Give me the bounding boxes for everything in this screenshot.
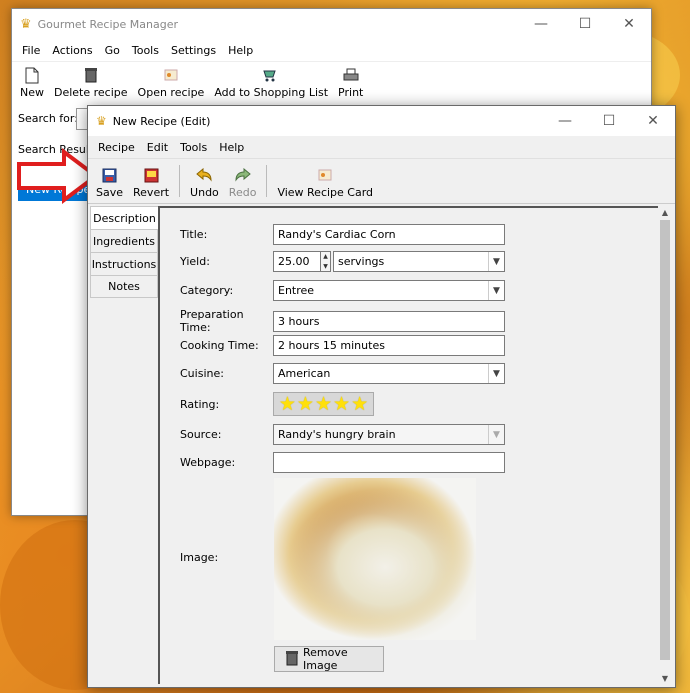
remove-image-button[interactable]: Remove Image — [274, 646, 384, 672]
revert-button[interactable]: Revert — [129, 164, 173, 201]
menu-tools[interactable]: Tools — [174, 141, 213, 154]
chevron-down-icon: ▼ — [488, 252, 504, 271]
tab-notes[interactable]: Notes — [90, 275, 158, 298]
add-to-shopping-list-button[interactable]: Add to Shopping List — [210, 64, 332, 101]
chevron-down-icon: ▼ — [488, 281, 504, 300]
recipe-card-icon — [316, 166, 334, 184]
yield-field[interactable]: 25.00 — [273, 251, 321, 272]
chef-hat-icon: ♛ — [20, 16, 32, 32]
maximize-button[interactable]: ☐ — [587, 106, 631, 136]
main-menubar: File Actions Go Tools Settings Help — [12, 39, 651, 61]
yield-stepper[interactable]: ▲ ▼ — [321, 251, 331, 272]
close-button[interactable]: ✕ — [631, 106, 675, 136]
new-button[interactable]: New — [16, 64, 48, 101]
menu-tools[interactable]: Tools — [126, 44, 165, 57]
search-label: Search for: — [18, 112, 78, 125]
yield-label: Yield: — [180, 255, 210, 268]
star-icon[interactable]: ★ — [333, 394, 350, 414]
redo-button[interactable]: Redo — [225, 164, 261, 201]
main-titlebar: ♛ Gourmet Recipe Manager — ☐ ✕ — [12, 9, 651, 39]
title-field[interactable]: Randy's Cardiac Corn — [273, 224, 505, 245]
shopping-icon — [262, 66, 280, 84]
trash-icon — [285, 650, 299, 669]
view-recipe-card-button[interactable]: View Recipe Card — [273, 164, 377, 201]
chevron-down-icon: ▼ — [488, 364, 504, 383]
main-toolbar: New Delete recipe Open recipe Add to Sho… — [12, 61, 651, 103]
prep-time-field[interactable]: 3 hours — [273, 310, 505, 332]
source-label: Source: — [180, 428, 222, 441]
star-icon[interactable]: ★ — [279, 394, 296, 414]
undo-button[interactable]: Undo — [186, 164, 223, 201]
star-icon[interactable]: ★ — [351, 394, 368, 414]
menu-edit[interactable]: Edit — [141, 141, 174, 154]
yield-unit-select[interactable]: servings ▼ — [333, 251, 505, 272]
rating-stars[interactable]: ★ ★ ★ ★ ★ — [273, 392, 374, 416]
tab-instructions[interactable]: Instructions — [90, 252, 158, 275]
menu-file[interactable]: File — [16, 44, 46, 57]
webpage-label: Webpage: — [180, 456, 236, 469]
menu-help[interactable]: Help — [213, 141, 250, 154]
image-label: Image: — [180, 551, 219, 564]
chevron-down-icon: ▼ — [488, 425, 504, 444]
edit-titlebar: ♛ New Recipe (Edit) — ☐ ✕ — [88, 106, 675, 136]
delete-recipe-button[interactable]: Delete recipe — [50, 64, 132, 101]
floppy-disk-icon — [101, 166, 119, 184]
chevron-up-icon: ▲ — [323, 253, 328, 261]
trash-icon — [82, 66, 100, 84]
cuisine-select[interactable]: American ▼ — [273, 363, 505, 384]
rating-label: Rating: — [180, 397, 220, 411]
menu-actions[interactable]: Actions — [46, 44, 98, 57]
save-button[interactable]: Save — [92, 164, 127, 201]
panel-scrollbar[interactable]: ▲ ▼ — [658, 206, 672, 684]
category-select[interactable]: Entree ▼ — [273, 280, 505, 301]
chef-hat-icon: ♛ — [96, 114, 107, 128]
print-button[interactable]: Print — [334, 64, 367, 101]
webpage-field[interactable] — [273, 452, 505, 473]
redo-arrow-icon — [234, 166, 252, 184]
tab-ingredients[interactable]: Ingredients — [90, 229, 158, 252]
scrollbar-thumb[interactable] — [660, 220, 670, 660]
recipe-tabs: Description Ingredients Instructions Not… — [90, 206, 158, 298]
menu-recipe[interactable]: Recipe — [92, 141, 141, 154]
menu-help[interactable]: Help — [222, 44, 259, 57]
recipe-image — [274, 478, 476, 640]
maximize-button[interactable]: ☐ — [563, 9, 607, 39]
minimize-button[interactable]: — — [543, 106, 587, 136]
cuisine-label: Cuisine: — [180, 367, 224, 380]
revert-icon — [142, 166, 160, 184]
source-select[interactable]: Randy's hungry brain ▼ — [273, 424, 505, 445]
open-recipe-button[interactable]: Open recipe — [134, 64, 209, 101]
star-icon[interactable]: ★ — [297, 394, 314, 414]
cook-time-label: Cooking Time: — [180, 339, 259, 352]
edit-toolbar: Save Revert Undo Redo View Recipe Card — [88, 158, 675, 204]
prep-time-label: Preparation Time: — [180, 308, 244, 334]
category-label: Category: — [180, 284, 234, 297]
recipe-card-icon — [162, 66, 180, 84]
edit-window-title: New Recipe (Edit) — [112, 114, 211, 128]
undo-arrow-icon — [195, 166, 213, 184]
printer-icon — [342, 66, 360, 84]
cook-time-field[interactable]: 2 hours 15 minutes — [273, 335, 505, 356]
chevron-down-icon: ▼ — [323, 262, 328, 270]
tab-description[interactable]: Description — [90, 206, 158, 229]
edit-menubar: Recipe Edit Tools Help — [88, 136, 675, 158]
close-button[interactable]: ✕ — [607, 9, 651, 39]
toolbar-separator — [179, 165, 181, 197]
toolbar-separator — [266, 165, 268, 197]
main-window-title: Gourmet Recipe Manager — [37, 17, 178, 31]
description-panel: Title: Randy's Cardiac Corn Yield: 25.00… — [158, 206, 658, 684]
recipe-edit-window: ♛ New Recipe (Edit) — ☐ ✕ Recipe Edit To… — [87, 105, 676, 688]
new-document-icon — [23, 66, 41, 84]
minimize-button[interactable]: — — [519, 9, 563, 39]
menu-settings[interactable]: Settings — [165, 44, 222, 57]
title-label: Title: — [180, 228, 208, 241]
star-icon[interactable]: ★ — [315, 394, 332, 414]
menu-go[interactable]: Go — [99, 44, 126, 57]
chevron-up-icon[interactable]: ▲ — [658, 206, 672, 218]
chevron-down-icon[interactable]: ▼ — [658, 672, 672, 684]
